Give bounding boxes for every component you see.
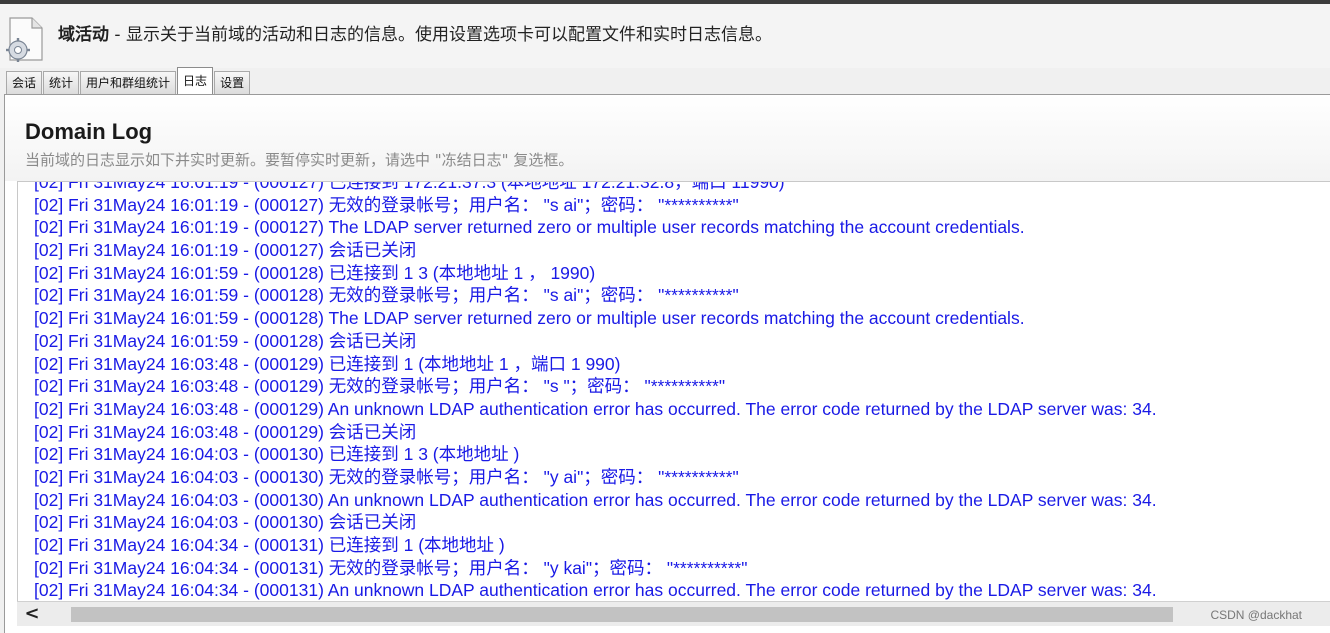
log-line: [02] Fri 31May24 16:04:03 - (000130) An … [34,489,1157,510]
page-subtitle: 当前域的日志显示如下并实时更新。要暂停实时更新，请选中 "冻结日志" 复选框。 [25,151,574,169]
tab-settings[interactable]: 设置 [214,71,251,94]
log-line: [02] Fri 31May24 16:01:59 - (000128) 已连接… [34,262,596,283]
log-line: [02] Fri 31May24 16:03:48 - (000129) 会话已… [34,421,417,442]
log-line: [02] Fri 31May24 16:01:59 - (000128) 无效的… [34,285,739,306]
log-line: [02] Fri 31May24 16:04:03 - (000130) 已连接… [34,444,520,465]
log-line: [02] Fri 31May24 16:04:34 - (000131) An … [34,580,1157,601]
tab-bar: 会话 统计 用户和群组统计 日志 设置 [6,67,251,94]
scrollbar-thumb[interactable] [71,607,1173,622]
watermark: CSDN @dackhat [1210,608,1302,622]
log-line: [02] Fri 31May24 16:01:19 - (000127) 无效的… [34,194,739,215]
scroll-left-arrow-icon[interactable]: < [17,602,47,626]
log-line: [02] Fri 31May24 16:01:19 - (000127) The… [34,217,1025,238]
log-panel: Domain Log 当前域的日志显示如下并实时更新。要暂停实时更新，请选中 "… [4,94,1330,633]
page-title: Domain Log [25,119,153,144]
panel-header: Domain Log 当前域的日志显示如下并实时更新。要暂停实时更新，请选中 "… [5,95,1330,181]
horizontal-scrollbar[interactable]: < [17,601,1330,626]
log-line: [02] Fri 31May24 16:01:19 - (000127) 会话已… [34,240,417,261]
header-text: 域活动 - 显示关于当前域的活动和日志的信息。使用设置选项卡可以配置文件和实时日… [58,20,772,45]
log-list: [02] Fri 31May24 16:01:19 - (000127) 已连接… [34,181,1157,602]
tab-sessions[interactable]: 会话 [6,71,43,94]
tab-log[interactable]: 日志 [177,67,214,94]
log-line: [02] Fri 31May24 16:01:59 - (000128) 会话已… [34,330,417,351]
tab-statistics[interactable]: 统计 [43,71,80,94]
header-description: - 显示关于当前域的活动和日志的信息。使用设置选项卡可以配置文件和实时日志信息。 [109,25,772,45]
log-line: [02] Fri 31May24 16:04:03 - (000130) 会话已… [34,512,417,533]
log-line: [02] Fri 31May24 16:01:59 - (000128) The… [34,308,1025,329]
log-line: [02] Fri 31May24 16:01:19 - (000127) 已连接… [34,181,785,192]
gear-document-icon [4,16,46,62]
log-viewer[interactable]: [02] Fri 31May24 16:01:19 - (000127) 已连接… [17,181,1330,602]
log-line: [02] Fri 31May24 16:04:03 - (000130) 无效的… [34,466,739,487]
log-line: [02] Fri 31May24 16:03:48 - (000129) 无效的… [34,376,726,397]
tab-user-group-statistics[interactable]: 用户和群组统计 [80,71,177,94]
page-header: 域活动 - 显示关于当前域的活动和日志的信息。使用设置选项卡可以配置文件和实时日… [0,4,1330,68]
log-line: [02] Fri 31May24 16:04:34 - (000131) 已连接… [34,535,505,555]
header-title: 域活动 [58,25,109,45]
log-line: [02] Fri 31May24 16:03:48 - (000129) An … [34,398,1157,419]
log-line: [02] Fri 31May24 16:04:34 - (000131) 无效的… [34,557,748,578]
log-line: [02] Fri 31May24 16:03:48 - (000129) 已连接… [34,353,621,374]
